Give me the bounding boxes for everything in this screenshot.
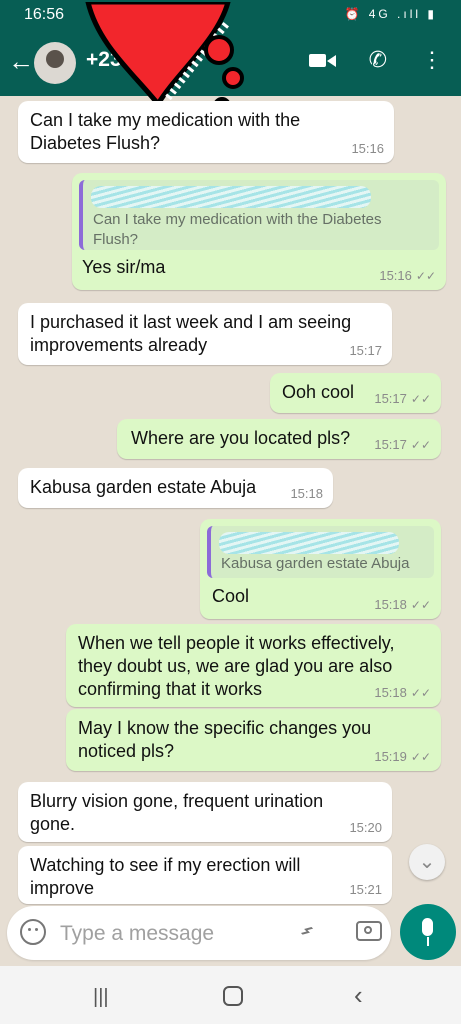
message-input[interactable] [58, 914, 282, 954]
system-back-icon[interactable]: ‹ [354, 980, 363, 1011]
message-composer: ⌁ [7, 906, 391, 960]
message-time: 15:17 ✓✓ [374, 391, 431, 406]
chat-area[interactable]: Can I take my medication with the Diabet… [0, 96, 461, 906]
microphone-icon [422, 918, 433, 936]
quoted-text: Can I take my medication with the Diabet… [93, 211, 382, 248]
more-options-icon[interactable]: ⋮ [421, 49, 443, 71]
message-time: 15:18 ✓✓ [374, 597, 431, 612]
redaction-scribble [219, 532, 399, 554]
quoted-message[interactable]: Kabusa garden estate Abuja [207, 526, 434, 578]
message-outgoing[interactable]: Can I take my medication with the Diabet… [72, 173, 446, 290]
message-text: I purchased it last week and I am seeing… [30, 312, 352, 355]
message-time: 15:19 ✓✓ [374, 749, 431, 764]
recent-apps-icon[interactable]: ||| [93, 986, 109, 1009]
message-time: 15:17 ✓✓ [374, 437, 431, 452]
message-time: 15:18 [290, 486, 323, 501]
camera-icon[interactable] [356, 921, 382, 941]
home-icon[interactable] [223, 986, 243, 1006]
read-ticks-icon: ✓✓ [410, 750, 431, 764]
message-text: Ooh cool [282, 382, 355, 402]
message-text: Where are you located pls? [131, 428, 351, 448]
android-navigation-bar: ||| ‹ [0, 966, 461, 1024]
message-text: Kabusa garden estate Abuja [30, 477, 257, 497]
message-time: 15:18 ✓✓ [374, 685, 431, 700]
message-text: Watching to see if my erection will impr… [30, 855, 301, 898]
back-arrow-icon[interactable]: ← [8, 48, 34, 74]
contact-name[interactable]: +23 3 7878 [86, 48, 192, 72]
message-time: 15:16 [351, 141, 384, 156]
scroll-to-bottom-icon[interactable]: ⌄ [409, 844, 445, 880]
message-time: 15:20 [349, 820, 382, 835]
voice-record-button[interactable] [400, 904, 456, 960]
message-outgoing[interactable]: Ooh cool 15:17 ✓✓ [270, 373, 441, 413]
message-outgoing[interactable]: When we tell people it works effectively… [66, 624, 441, 707]
video-call-icon[interactable] [308, 51, 336, 69]
message-incoming[interactable]: Can I take my medication with the Diabet… [18, 101, 394, 163]
quoted-text: Kabusa garden estate Abuja [221, 555, 410, 572]
attachment-icon[interactable]: ⌁ [292, 916, 321, 945]
redaction-scribble [91, 186, 371, 208]
message-outgoing[interactable]: May I know the specific changes you noti… [66, 709, 441, 771]
message-text: Yes sir/ma [82, 257, 166, 277]
voice-call-icon[interactable]: ✆ [369, 49, 387, 71]
message-time: 15:17 [349, 343, 382, 358]
header-actions: ✆ ⋮ [308, 49, 443, 71]
message-text: Blurry vision gone, frequent urination g… [30, 791, 324, 834]
read-ticks-icon: ✓✓ [415, 269, 436, 283]
message-incoming[interactable]: Blurry vision gone, frequent urination g… [18, 782, 392, 842]
message-outgoing[interactable]: Where are you located pls? 15:17 ✓✓ [117, 419, 441, 459]
chat-header: ← +23 3 7878 ✆ ⋮ [0, 2, 461, 115]
read-ticks-icon: ✓✓ [410, 686, 431, 700]
status-icons: ⏰ 4G .ıll ▮ [344, 7, 437, 21]
status-time: 16:56 [24, 6, 65, 23]
quoted-message[interactable]: Can I take my medication with the Diabet… [79, 180, 439, 250]
read-ticks-icon: ✓✓ [410, 392, 431, 406]
message-incoming[interactable]: I purchased it last week and I am seeing… [18, 303, 392, 365]
status-bar: 16:56 ⏰ 4G .ıll ▮ [0, 0, 461, 30]
read-ticks-icon: ✓✓ [410, 438, 431, 452]
message-text: May I know the specific changes you noti… [78, 718, 372, 761]
emoji-icon[interactable] [20, 919, 46, 945]
read-ticks-icon: ✓✓ [410, 598, 431, 612]
message-incoming[interactable]: Watching to see if my erection will impr… [18, 846, 392, 904]
microphone-stand-icon [427, 937, 429, 946]
message-text: Can I take my medication with the Diabet… [30, 110, 301, 153]
avatar[interactable] [34, 42, 76, 84]
message-time: 15:16 ✓✓ [379, 268, 436, 283]
message-text: Cool [212, 586, 250, 606]
message-text: When we tell people it works effectively… [78, 633, 395, 699]
message-outgoing[interactable]: Kabusa garden estate Abuja Cool 15:18 ✓✓ [200, 519, 441, 619]
message-time: 15:21 [349, 882, 382, 897]
message-incoming[interactable]: Kabusa garden estate Abuja 15:18 [18, 468, 333, 508]
